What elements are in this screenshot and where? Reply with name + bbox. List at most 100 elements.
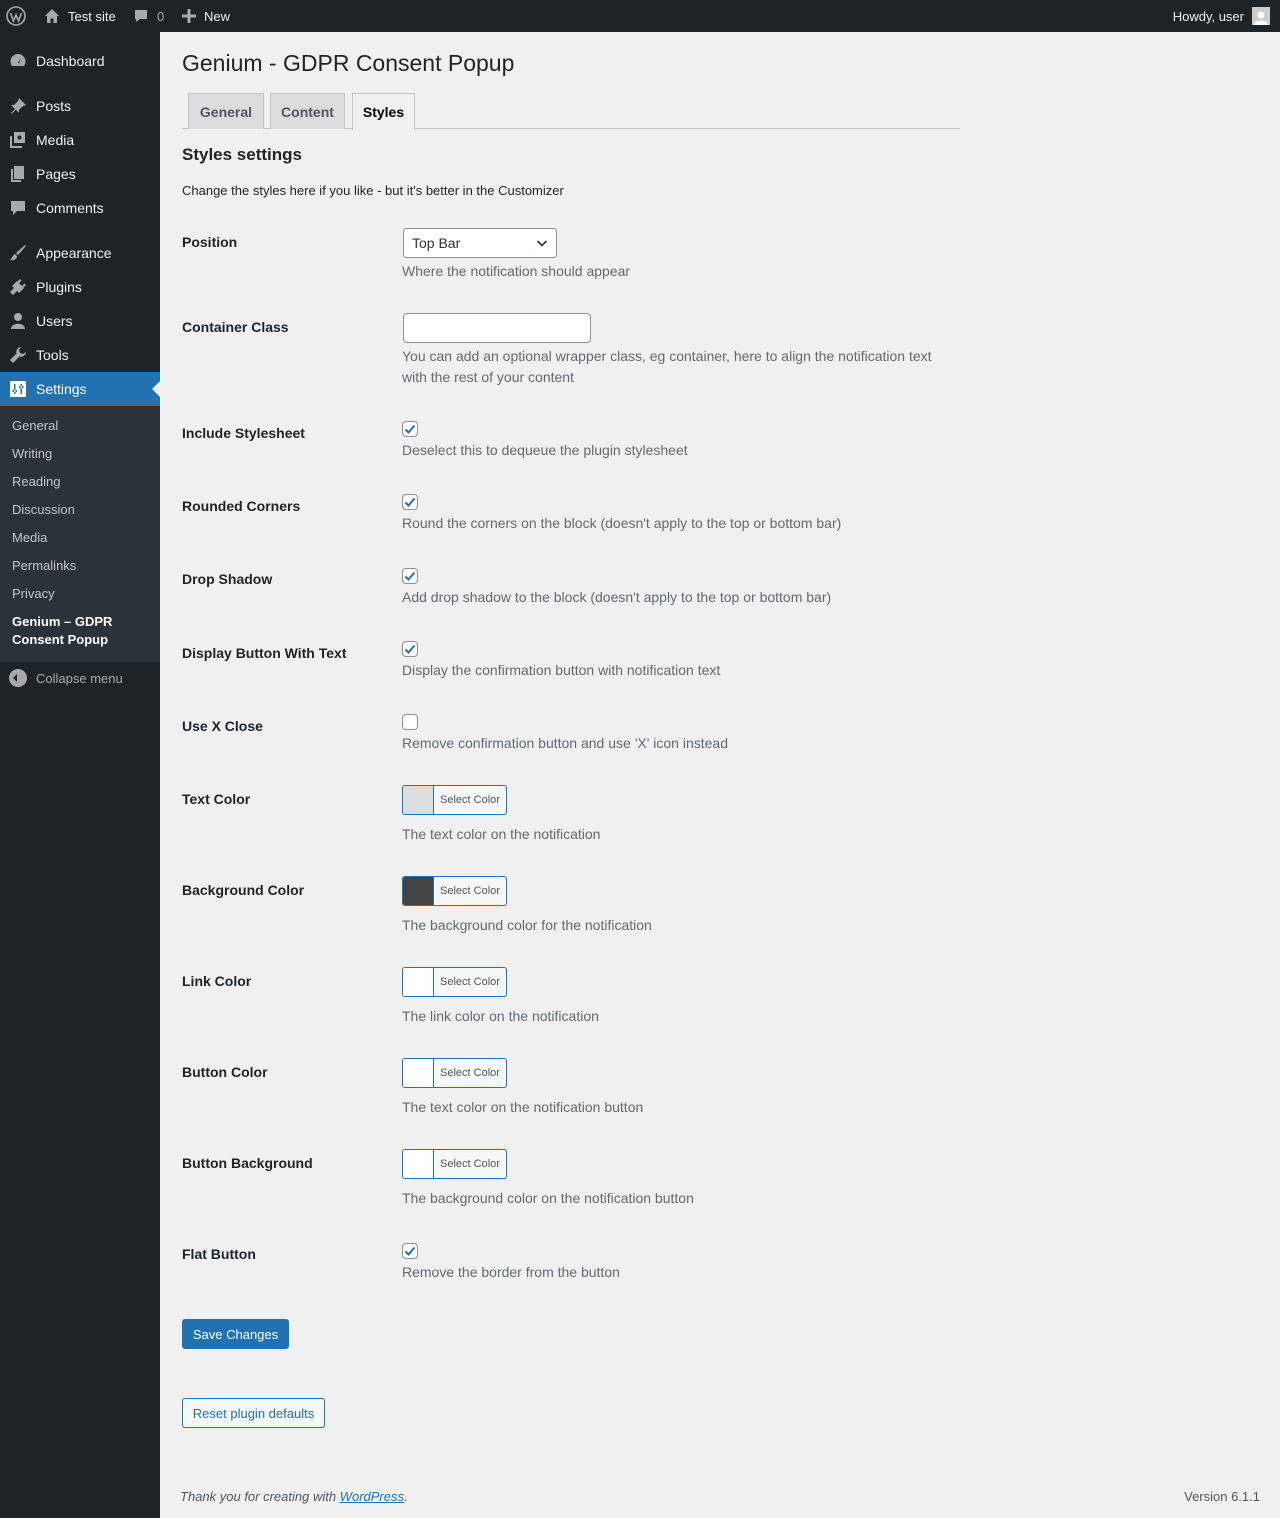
collapse-menu-button[interactable]: Collapse menu [0, 666, 123, 690]
sidebar-item-tools[interactable]: Tools [0, 338, 160, 372]
sidebar-item-label: Tools [36, 347, 69, 363]
select-color-label: Select Color [440, 794, 500, 806]
home-icon [45, 9, 59, 23]
admin-sidebar: Dashboard Posts Media Pages Comments App… [0, 32, 160, 1518]
section-title: Styles settings [182, 145, 302, 164]
display-button-label: Display Button With Text [182, 645, 347, 661]
button-color-description: The text color on the notification butto… [402, 1099, 644, 1115]
include-stylesheet-checkbox[interactable] [402, 421, 418, 437]
wrench-icon [0, 346, 36, 364]
text-color-swatch [403, 786, 434, 814]
sidebar-item-plugins[interactable]: Plugins [0, 270, 160, 304]
submenu-item-privacy[interactable]: Privacy [12, 585, 55, 603]
sidebar-item-posts[interactable]: Posts [0, 89, 160, 123]
background-color-label: Background Color [182, 882, 305, 898]
display-button-checkbox[interactable] [402, 641, 418, 657]
howdy-text: Howdy, user [1172, 8, 1244, 24]
use-x-close-label: Use X Close [182, 718, 263, 734]
use-x-close-checkbox[interactable] [402, 714, 418, 730]
submenu-item-writing[interactable]: Writing [12, 445, 52, 463]
text-color-label: Text Color [182, 791, 251, 807]
sidebar-item-label: Users [36, 313, 73, 329]
select-color-label: Select Color [440, 1067, 500, 1079]
position-description: Where the notification should appear [402, 263, 631, 279]
sidebar-item-label: Pages [36, 166, 76, 182]
background-color-picker[interactable]: Select Color [402, 876, 507, 906]
sidebar-item-label: Media [36, 132, 75, 148]
button-background-description: The background color on the notification… [402, 1190, 694, 1206]
comments-link[interactable]: 0 [133, 0, 164, 32]
button-color-picker[interactable]: Select Color [402, 1058, 507, 1088]
tab-styles[interactable]: Styles [352, 93, 415, 130]
container-class-input[interactable] [403, 313, 591, 343]
comment-bubble-icon [135, 10, 147, 22]
position-label: Position [182, 234, 238, 250]
select-color-label: Select Color [440, 1158, 500, 1170]
include-stylesheet-description: Deselect this to dequeue the plugin styl… [402, 442, 688, 458]
submenu-current-line2: Consent Popup [12, 632, 109, 647]
settings-submenu: General Writing Reading Discussion Media… [0, 406, 160, 662]
new-label: New [204, 8, 231, 24]
collapse-arrow-icon [9, 669, 27, 687]
position-select[interactable]: Top Bar [403, 228, 557, 258]
link-color-picker[interactable]: Select Color [402, 967, 507, 997]
account-menu[interactable]: Howdy, user [1173, 0, 1270, 32]
submenu-item-general[interactable]: General [12, 417, 58, 435]
rounded-corners-checkbox[interactable] [402, 494, 418, 510]
sidebar-item-settings[interactable]: Settings [0, 372, 160, 406]
flat-button-checkbox[interactable] [402, 1243, 418, 1259]
submenu-item-permalinks[interactable]: Permalinks [12, 557, 76, 575]
sidebar-item-pages[interactable]: Pages [0, 157, 160, 191]
sidebar-item-dashboard[interactable]: Dashboard [0, 44, 160, 78]
page-title: Genium - GDPR Consent Popup [182, 50, 515, 76]
checkmark-icon [404, 424, 416, 434]
pages-icon [0, 165, 36, 183]
reset-defaults-button[interactable]: Reset plugin defaults [182, 1398, 325, 1428]
collapse-menu-label: Collapse menu [36, 670, 123, 686]
dashboard-icon [0, 52, 36, 70]
admin-bar: Test site 0 New Howdy, user [0, 0, 1280, 32]
submenu-item-media[interactable]: Media [12, 529, 47, 547]
submenu-item-reading[interactable]: Reading [12, 473, 60, 491]
chevron-down-icon [536, 240, 548, 247]
submenu-item-genium-gdpr[interactable]: Genium – GDPR Consent Popup [12, 613, 112, 649]
sidebar-item-media[interactable]: Media [0, 123, 160, 157]
button-color-swatch [403, 1059, 434, 1087]
link-color-swatch [403, 968, 434, 996]
submenu-item-discussion[interactable]: Discussion [12, 501, 75, 519]
wordpress-link[interactable]: WordPress [340, 1489, 404, 1504]
footer-thanks-suffix: . [404, 1489, 408, 1504]
text-color-picker[interactable]: Select Color [402, 785, 507, 815]
tab-content[interactable]: Content [270, 93, 345, 129]
comment-icon [0, 199, 36, 217]
new-content-link[interactable]: New [182, 0, 230, 32]
sidebar-item-users[interactable]: Users [0, 304, 160, 338]
comments-count: 0 [157, 8, 165, 24]
sidebar-item-label: Plugins [36, 279, 82, 295]
footer-thanks: Thank you for creating with WordPress. [180, 1489, 408, 1504]
container-class-description: You can add an optional wrapper class, e… [402, 348, 932, 385]
section-description: Change the styles here if you like - but… [182, 183, 564, 198]
drop-shadow-description: Add drop shadow to the block (doesn't ap… [402, 589, 832, 605]
flat-button-label: Flat Button [182, 1246, 256, 1262]
rounded-corners-label: Rounded Corners [182, 498, 301, 514]
sidebar-item-label: Appearance [36, 245, 112, 261]
text-color-description: The text color on the notification [402, 826, 601, 842]
sidebar-item-appearance[interactable]: Appearance [0, 236, 160, 270]
include-stylesheet-label: Include Stylesheet [182, 425, 305, 441]
sidebar-item-label: Settings [36, 381, 87, 397]
button-background-label: Button Background [182, 1155, 313, 1171]
button-background-picker[interactable]: Select Color [402, 1149, 507, 1179]
button-background-swatch [403, 1150, 434, 1178]
save-changes-button[interactable]: Save Changes [182, 1319, 289, 1349]
tab-general[interactable]: General [188, 93, 264, 129]
wordpress-logo-icon[interactable] [6, 0, 28, 32]
user-icon [0, 312, 36, 330]
drop-shadow-checkbox[interactable] [402, 568, 418, 584]
sidebar-item-label: Comments [36, 200, 104, 216]
use-x-close-description: Remove confirmation button and use 'X' i… [402, 735, 728, 751]
select-color-label: Select Color [440, 976, 500, 988]
sidebar-item-comments[interactable]: Comments [0, 191, 160, 225]
site-name-link[interactable]: Test site [44, 0, 116, 32]
plug-icon [0, 278, 36, 296]
